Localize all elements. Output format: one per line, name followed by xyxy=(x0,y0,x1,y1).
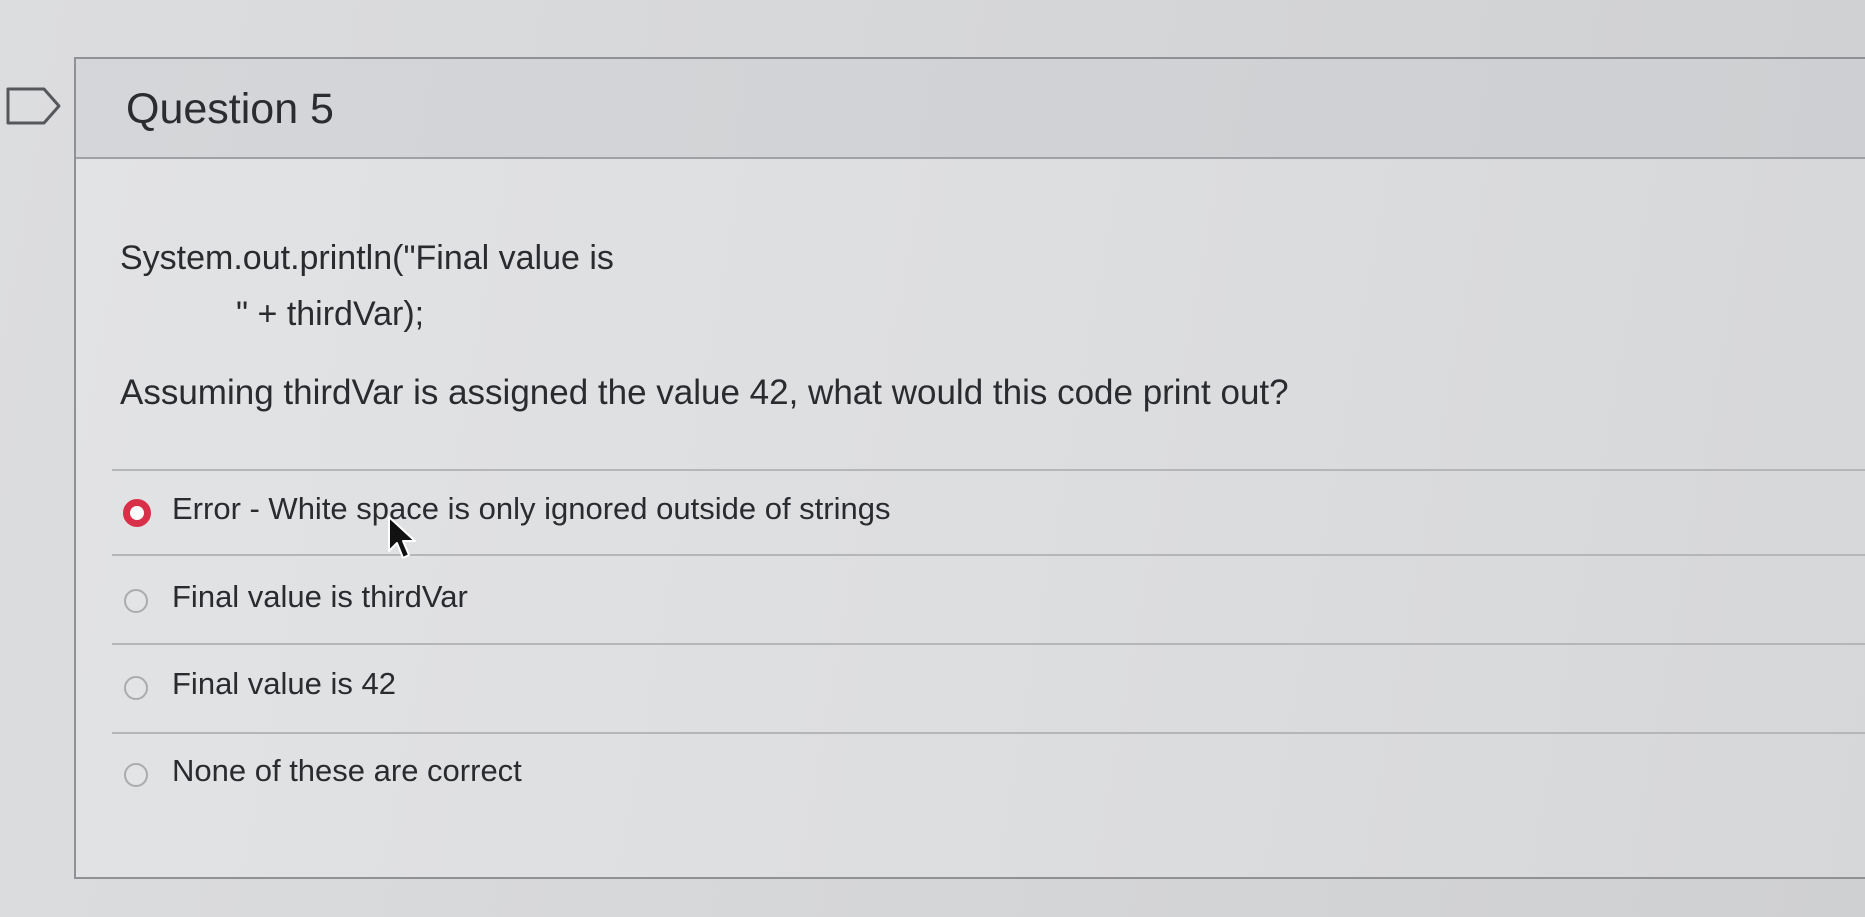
question-title: Question 5 xyxy=(126,85,334,133)
answer-label: Final value is 42 xyxy=(172,666,397,701)
answer-label: Error - White space is only ignored outs… xyxy=(172,491,891,526)
flag-question-icon[interactable] xyxy=(6,86,62,126)
divider xyxy=(112,643,1865,645)
question-card: Question 5 System.out.println("Final val… xyxy=(74,57,1865,879)
mouse-pointer-icon xyxy=(388,516,416,559)
divider xyxy=(112,554,1865,556)
answer-option-1[interactable]: Error - White space is only ignored outs… xyxy=(123,483,1724,543)
radio-icon[interactable] xyxy=(124,589,148,613)
screen: Question 5 System.out.println("Final val… xyxy=(0,0,1865,917)
divider xyxy=(112,732,1865,734)
answer-label: Final value is thirdVar xyxy=(172,579,468,614)
radio-icon[interactable] xyxy=(124,676,148,700)
answer-option-3[interactable]: Final value is 42 xyxy=(124,658,1724,718)
radio-icon[interactable] xyxy=(124,763,148,787)
question-header: Question 5 xyxy=(76,59,1865,159)
question-code-line: " + thirdVar); xyxy=(236,295,425,333)
radio-selected-icon[interactable] xyxy=(123,499,151,527)
divider xyxy=(112,469,1865,471)
question-code-line: System.out.println("Final value is xyxy=(120,239,614,277)
question-prompt: Assuming thirdVar is assigned the value … xyxy=(120,373,1289,412)
answer-option-4[interactable]: None of these are correct xyxy=(124,745,1724,805)
answer-label: None of these are correct xyxy=(172,753,522,788)
answer-option-2[interactable]: Final value is thirdVar xyxy=(124,571,1724,631)
